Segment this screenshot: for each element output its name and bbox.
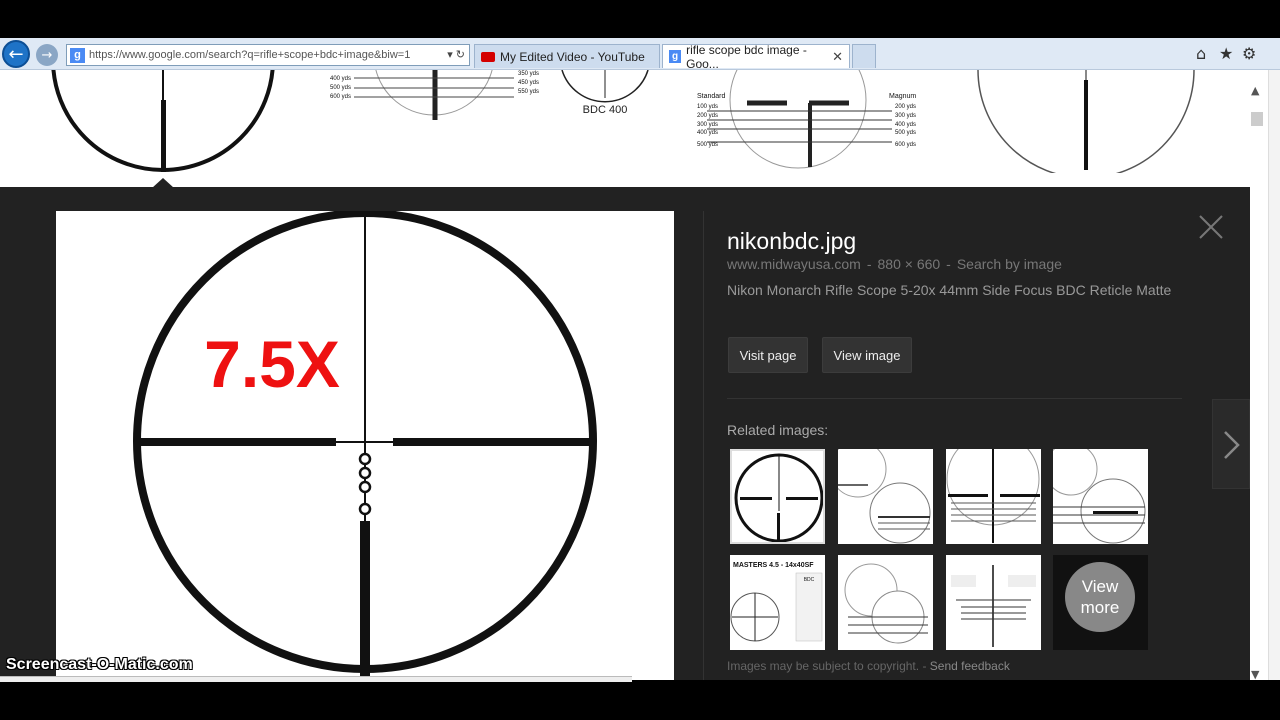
standard-yds: 500 yds xyxy=(697,142,718,148)
reticle-related-6 xyxy=(844,563,928,644)
product-label: MASTERS 4.5 - 14x40SF xyxy=(733,562,814,569)
image-description: Nikon Monarch Rifle Scope 5-20x 44mm Sid… xyxy=(727,282,1172,298)
view-more-label: View more xyxy=(1065,562,1135,632)
youtube-favicon-icon xyxy=(481,51,495,62)
related-image-2[interactable] xyxy=(838,449,933,544)
reticle-thumb-4: Standard Magnum 100 yds 200 yds 300 yds … xyxy=(697,70,916,169)
image-title: nikonbdc.jpg xyxy=(727,228,857,254)
reticle-thumb-5 xyxy=(977,70,1195,173)
related-image-4[interactable] xyxy=(1053,449,1148,544)
address-text: https://www.google.com/search?q=rifle+sc… xyxy=(89,49,411,61)
yardage-label: 350 yds xyxy=(518,71,539,77)
related-image-1[interactable] xyxy=(730,449,825,544)
bdc-label: BDC 400 xyxy=(583,104,628,116)
reticle-thumb-3: BDC 400 xyxy=(561,70,649,116)
standard-label: Standard xyxy=(697,93,726,100)
scroll-down-icon[interactable]: ▼ xyxy=(1251,668,1259,681)
reticle-related-4 xyxy=(1053,449,1146,544)
copyright-text: Images may be subject to copyright. xyxy=(727,659,920,673)
reticle-related-5: MASTERS 4.5 - 14x40SF BDC xyxy=(730,562,823,642)
related-image-6[interactable] xyxy=(838,555,933,650)
reticle-large: 7.5X xyxy=(133,211,597,680)
yardage-label: 450 yds xyxy=(518,80,539,86)
reticle-thumb-2: 400 yds 500 yds 600 yds 350 yds 450 yds … xyxy=(330,70,539,120)
new-tab-button[interactable] xyxy=(852,44,876,68)
view-more-button[interactable]: View more xyxy=(1053,555,1148,650)
search-results-page: 400 yds 500 yds 600 yds 350 yds 450 yds … xyxy=(0,70,1268,680)
related-heading: Related images: xyxy=(727,422,829,438)
send-feedback-link[interactable]: Send feedback xyxy=(930,659,1010,673)
standard-yds: 200 yds xyxy=(697,113,718,119)
star-icon[interactable]: ★ xyxy=(1219,44,1233,63)
search-by-image-link[interactable]: Search by image xyxy=(957,256,1062,272)
magnum-yds: 300 yds xyxy=(895,113,916,119)
standard-yds: 100 yds xyxy=(697,104,718,110)
magnum-yds: 500 yds xyxy=(895,130,916,136)
yardage-label: 400 yds xyxy=(330,76,351,82)
reticle-related-7 xyxy=(951,565,1036,647)
magnum-yds: 600 yds xyxy=(895,142,916,148)
status-bar xyxy=(0,676,632,682)
gear-icon[interactable]: ⚙ xyxy=(1242,44,1256,63)
visit-page-button[interactable]: Visit page xyxy=(728,337,808,373)
yardage-label: 500 yds xyxy=(330,85,351,91)
tab-label: My Edited Video - YouTube xyxy=(500,49,645,64)
screen: ← → g https://www.google.com/search?q=ri… xyxy=(0,0,1280,720)
reticle-thumb-1 xyxy=(51,70,275,172)
divider xyxy=(727,398,1182,399)
chevron-right-icon xyxy=(1224,431,1240,459)
view-image-button[interactable]: View image xyxy=(822,337,912,373)
close-icon[interactable] xyxy=(1198,214,1224,240)
close-tab-icon[interactable]: ✕ xyxy=(832,49,843,65)
back-button[interactable]: ← xyxy=(2,40,30,68)
standard-yds: 400 yds xyxy=(697,130,718,136)
yardage-label: 550 yds xyxy=(518,89,539,95)
address-bar[interactable]: g https://www.google.com/search?q=rifle+… xyxy=(66,44,470,66)
forward-arrow-icon: → xyxy=(41,47,53,63)
thumbnail-1[interactable] xyxy=(17,70,309,173)
image-meta: www.midwayusa.com -880 × 660- Search by im… xyxy=(727,256,1062,272)
magnum-label: Magnum xyxy=(889,93,916,100)
copyright-footer: Images may be subject to copyright. - Se… xyxy=(727,659,1010,673)
panel-divider xyxy=(703,211,704,680)
standard-yds: 300 yds xyxy=(697,122,718,128)
recorder-watermark: Screencast-O-Matic.com xyxy=(6,656,193,673)
image-preview-panel: 7.5X nikonbdc.jpg www.midwayusa.com -880 … xyxy=(0,187,1250,680)
bdc-table-label: BDC xyxy=(804,577,815,583)
tab-google-search[interactable]: g rifle scope bdc image - Goo... ✕ xyxy=(662,42,850,71)
reticle-related-2 xyxy=(838,449,931,544)
scroll-thumb[interactable] xyxy=(1251,112,1263,126)
tab-label: rifle scope bdc image - Goo... xyxy=(686,42,807,71)
next-image-button[interactable] xyxy=(1212,399,1250,489)
home-icon[interactable]: ⌂ xyxy=(1196,44,1206,63)
google-favicon-icon: g xyxy=(70,47,85,63)
forward-button[interactable]: → xyxy=(36,44,58,66)
thumbnail-row: 400 yds 500 yds 600 yds 350 yds 450 yds … xyxy=(0,70,1268,188)
image-dimensions: 880 × 660 xyxy=(877,256,941,272)
magnum-yds: 400 yds xyxy=(895,122,916,128)
preview-image[interactable]: 7.5X xyxy=(56,211,674,680)
back-arrow-icon: ← xyxy=(8,43,24,65)
thumbnail-3[interactable]: BDC 400 xyxy=(558,70,652,122)
google-favicon-icon: g xyxy=(669,50,682,63)
yardage-label: 600 yds xyxy=(330,94,351,100)
source-link[interactable]: www.midwayusa.com xyxy=(727,256,861,272)
scrollbar[interactable] xyxy=(1268,70,1280,680)
zoom-label: 7.5X xyxy=(204,327,340,401)
magnum-yds: 200 yds xyxy=(895,104,916,110)
refresh-icon[interactable]: ▾ ↻ xyxy=(447,48,465,61)
thumbnail-2[interactable]: 400 yds 500 yds 600 yds 350 yds 450 yds … xyxy=(324,70,544,173)
reticle-related-3 xyxy=(946,449,1040,543)
tab-youtube[interactable]: My Edited Video - YouTube xyxy=(474,44,660,68)
browser-toolbar: ← → g https://www.google.com/search?q=ri… xyxy=(0,38,1280,71)
related-image-7[interactable] xyxy=(946,555,1041,650)
thumbnail-5[interactable] xyxy=(943,70,1230,173)
related-image-5[interactable]: MASTERS 4.5 - 14x40SF BDC xyxy=(730,555,825,650)
related-image-3[interactable] xyxy=(946,449,1041,544)
reticle-related-1 xyxy=(734,453,823,542)
scroll-up-icon[interactable]: ▲ xyxy=(1251,84,1259,97)
thumbnail-4[interactable]: Standard Magnum 100 yds 200 yds 300 yds … xyxy=(667,70,929,173)
